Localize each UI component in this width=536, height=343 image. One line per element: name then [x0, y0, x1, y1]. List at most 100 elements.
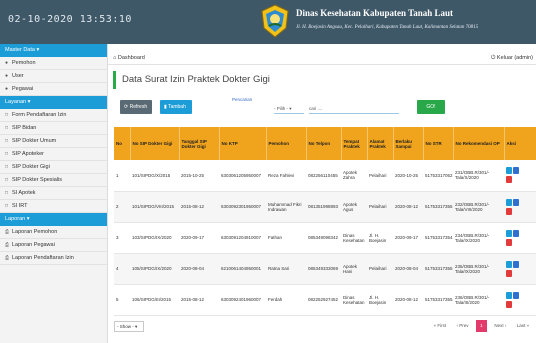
table-cell: 2020-09-17	[179, 222, 219, 254]
sidebar-item-sip-dokter-umum[interactable]: □ SIP Dokter Umum	[0, 135, 107, 148]
pagination-last[interactable]: Last »	[514, 320, 532, 332]
sidebar-item-laporan-pemohon[interactable]: ⎙ Laporan Pemohon	[0, 226, 107, 239]
table-cell: 082252927452	[306, 284, 341, 316]
sidebar-item-label: Laporan Pegawai	[12, 242, 55, 248]
sidebar-item-sip-dokter-spesialis[interactable]: □ SIP Dokter Spesialis	[0, 174, 107, 187]
delete-icon[interactable]	[506, 300, 512, 308]
table-cell: 1	[114, 160, 130, 192]
table-cell: 4	[114, 253, 130, 285]
datetime-display: 02-10-2020 13:53:10	[8, 14, 132, 25]
table-cell: 2015-08-12	[179, 191, 219, 223]
column-header[interactable]: Alamat Praktek	[367, 127, 394, 160]
row-actions	[504, 253, 536, 285]
table-row: 1 101/SIPDG/X/2015 2015-10-25 6303061205950…	[114, 160, 536, 192]
table-cell: 51753317355	[423, 284, 453, 316]
print-icon[interactable]	[506, 229, 512, 237]
print-icon[interactable]	[506, 167, 512, 175]
sidebar-section-master-data[interactable]: Master Data ▾	[0, 44, 107, 57]
table-row: 5 106/SIPDG/III/2015 2015-08-12 63030924019…	[114, 284, 536, 316]
sidebar-section-laporan[interactable]: Laporan ▾	[0, 213, 107, 226]
sidebar-item-label: Form Pendaftaran Izin	[12, 112, 67, 118]
sidebar-item-label: SI Apotek	[12, 190, 36, 196]
delete-icon[interactable]	[506, 269, 512, 277]
page-size-select[interactable]: - Show - ▾	[114, 321, 144, 332]
sidebar-item-form-pendaftaran-izin[interactable]: □ Form Pendaftaran Izin	[0, 109, 107, 122]
column-header[interactable]: Pemohon	[266, 127, 307, 160]
page-size-value: - Show -	[117, 324, 134, 329]
document-icon: □	[5, 151, 9, 157]
edit-icon[interactable]	[513, 229, 519, 237]
refresh-button[interactable]: ⟳ Refresh	[120, 100, 152, 114]
document-icon: □	[5, 177, 9, 183]
table-cell: Ferdah	[266, 284, 306, 316]
breadcrumb-bar: ⌂ Dashboard ⏻ Keluar (admin)	[108, 52, 536, 65]
logout-label: Keluar (admin)	[496, 55, 533, 61]
column-header[interactable]: No Telpon	[306, 127, 342, 160]
sidebar-item-si-irt[interactable]: □ SI IRT	[0, 200, 107, 213]
permit-table: No No SIP Dokter Gigi Tanggal SIP Dokter…	[114, 127, 536, 316]
add-button[interactable]: ▮ Tambah	[160, 100, 192, 114]
column-header[interactable]: No Rekomendasi OP	[453, 127, 505, 160]
row-actions	[504, 160, 536, 192]
row-actions	[504, 284, 536, 316]
sidebar-item-laporan-pendaftaran-izin[interactable]: ⎙ Laporan Pendaftaran Izin	[0, 252, 107, 265]
print-icon[interactable]	[506, 198, 512, 206]
column-header[interactable]: No SIP Dokter Gigi	[130, 127, 180, 160]
column-header[interactable]: Tempat Praktek	[341, 127, 368, 160]
table-cell: 5	[114, 284, 130, 316]
column-header[interactable]: Tanggal SIP Dokter Gigi	[179, 127, 220, 160]
table-row: 3 103/SIPDG/IX/2020 2020-09-17 630309120491…	[114, 222, 536, 254]
sidebar-item-laporan-pegawai[interactable]: ⎙ Laporan Pegawai	[0, 239, 107, 252]
pagination-first[interactable]: « First	[431, 320, 450, 332]
pagination-next[interactable]: Next ›	[491, 320, 509, 332]
sidebar-item-user[interactable]: ● User	[0, 70, 107, 83]
table-cell: Dinas Kesehatan	[341, 222, 367, 254]
breadcrumb-dashboard[interactable]: ⌂ Dashboard	[113, 55, 145, 61]
delete-icon[interactable]	[506, 207, 512, 215]
table-cell: Ratna Sari	[266, 253, 306, 285]
print-icon[interactable]	[506, 260, 512, 268]
table-cell: 101/SIPDG/X/2015	[130, 160, 179, 192]
sidebar-item-sip-dokter-gigi[interactable]: □ SIP Dokter Gigi	[0, 161, 107, 174]
table-cell: 6303092301950007	[219, 191, 266, 223]
table-cell: 082256110455	[306, 160, 341, 192]
column-header[interactable]: Berlaku Sampai	[393, 127, 424, 160]
column-header[interactable]: No STR	[423, 127, 454, 160]
delete-icon[interactable]	[506, 238, 512, 246]
breadcrumb-label: Dashboard	[117, 55, 145, 61]
user-icon: ●	[5, 86, 9, 92]
document-icon: □	[5, 203, 9, 209]
table-cell: 2	[114, 191, 130, 223]
table-cell: 6303092401960007	[219, 284, 266, 316]
table-cell: 105/SIPDG/IX/2020	[130, 253, 179, 285]
table-cell: Jl. H. Boejasin	[367, 222, 393, 254]
edit-icon[interactable]	[513, 198, 519, 206]
pagination-current-page[interactable]: 1	[475, 320, 487, 332]
table-cell: 2020-08-12	[393, 191, 423, 223]
sidebar-item-si-apotek[interactable]: □ SI Apotek	[0, 187, 107, 200]
sidebar-item-sip-apoteker[interactable]: □ SIP Apoteker	[0, 148, 107, 161]
row-actions	[504, 191, 536, 223]
logout-link[interactable]: ⏻ Keluar (admin)	[491, 55, 533, 62]
go-button[interactable]: GO!	[417, 100, 445, 114]
table-cell: 2020-08-12	[393, 284, 423, 316]
search-input[interactable]: cari ....	[309, 104, 399, 114]
agency-title: Dinas Kesehatan Kabupaten Tanah Laut	[296, 8, 454, 18]
sidebar-item-label: SIP Apoteker	[12, 151, 45, 157]
pagination-prev[interactable]: ‹ Prev	[454, 320, 472, 332]
agency-brand: Dinas Kesehatan Kabupaten Tanah Laut Jl.…	[260, 4, 536, 40]
print-icon[interactable]	[506, 291, 512, 299]
delete-icon[interactable]	[506, 176, 512, 184]
edit-icon[interactable]	[513, 291, 519, 299]
column-header[interactable]: No	[114, 127, 131, 160]
table-footer: - Show - ▾ « First ‹ Prev 1 Next › Last …	[108, 315, 536, 343]
search-field-select[interactable]: - Pilih - ▾	[274, 104, 304, 114]
sidebar-section-layanan[interactable]: Layanan ▾	[0, 96, 107, 109]
edit-icon[interactable]	[513, 167, 519, 175]
table-body: 1 101/SIPDG/X/2015 2015-10-25 6303061205950…	[114, 160, 536, 316]
sidebar-item-pegawai[interactable]: ● Pegawai	[0, 83, 107, 96]
edit-icon[interactable]	[513, 260, 519, 268]
sidebar-item-sip-bidan[interactable]: □ SIP Bidan	[0, 122, 107, 135]
column-header[interactable]: No KTP	[219, 127, 267, 160]
sidebar-item-pemohon[interactable]: ● Pemohon	[0, 57, 107, 70]
